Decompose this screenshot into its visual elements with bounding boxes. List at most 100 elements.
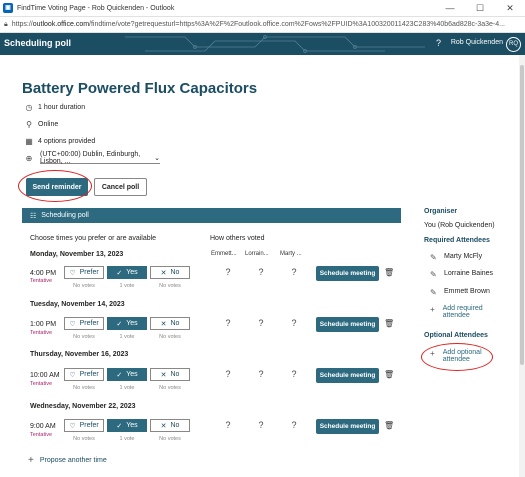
duration-text: 1 hour duration xyxy=(38,104,86,111)
duration-row: ◷ 1 hour duration xyxy=(24,103,86,112)
prefer-button[interactable]: ♡ Prefer xyxy=(64,419,104,432)
checkmark-icon: ✓ xyxy=(116,371,123,379)
x-icon: ✕ xyxy=(160,422,167,430)
no-vote-count: No votes xyxy=(159,283,181,289)
option-date: Monday, November 13, 2023 xyxy=(30,251,124,258)
prefer-button[interactable]: ♡ Prefer xyxy=(64,368,104,381)
yes-vote-count: 1 vote xyxy=(119,385,135,391)
option-status: Tentative xyxy=(30,381,53,387)
app-name: Scheduling poll xyxy=(4,38,71,48)
trash-icon[interactable]: 🗑︎ xyxy=(384,421,394,430)
prefer-button[interactable]: ♡ Prefer xyxy=(64,317,104,330)
chevron-down-icon: ⌄ xyxy=(154,154,160,162)
clock-icon: ◷ xyxy=(25,103,33,112)
yes-button[interactable]: ✓ Yes xyxy=(107,419,147,432)
option-time: 4:00 PM xyxy=(30,270,57,277)
trash-icon[interactable]: 🗑︎ xyxy=(384,319,394,328)
checkmark-icon: ✓ xyxy=(116,320,123,328)
vote-unknown: ? xyxy=(291,420,297,430)
window-titlebar: ▣ FindTime Voting Page - Rob Quickenden … xyxy=(0,0,525,17)
avatar[interactable]: RQ xyxy=(506,37,521,52)
add-required-attendee-link[interactable]: + Add required attendee xyxy=(430,305,502,319)
url-path: /findtime/vote?getrequesturl=https%3A%2F… xyxy=(89,21,505,28)
yes-button[interactable]: ✓ Yes xyxy=(107,317,147,330)
vote-unknown: ? xyxy=(225,369,231,379)
schedule-meeting-button[interactable]: Schedule meeting xyxy=(316,368,379,383)
vote-unknown: ? xyxy=(225,318,231,328)
vertical-scrollbar[interactable] xyxy=(519,55,525,477)
cancel-poll-button[interactable]: Cancel poll xyxy=(94,178,147,196)
location-pin-icon: ⚲ xyxy=(26,120,32,129)
x-icon: ✕ xyxy=(160,320,167,328)
schedule-meeting-button[interactable]: Schedule meeting xyxy=(316,317,379,332)
prefer-vote-count: No votes xyxy=(73,436,95,442)
no-button[interactable]: ✕ No xyxy=(150,266,190,279)
help-icon[interactable]: ? xyxy=(436,38,441,48)
vote-unknown: ? xyxy=(291,369,297,379)
required-attendee[interactable]: ✎ Lorraine Baines xyxy=(430,270,493,279)
location-text: Online xyxy=(38,121,59,128)
minimize-button[interactable]: — xyxy=(435,3,465,13)
option-status: Tentative xyxy=(30,278,53,284)
yes-button[interactable]: ✓ Yes xyxy=(107,266,147,279)
url-prefix: https:// xyxy=(11,21,33,28)
prefer-vote-count: No votes xyxy=(73,283,95,289)
maximize-button[interactable]: ☐ xyxy=(465,3,495,14)
calendar-icon: ▦ xyxy=(25,137,33,146)
app-header: Scheduling poll ? Rob Quickenden RQ xyxy=(0,33,525,55)
option-time: 10:00 AM xyxy=(30,372,60,379)
optional-attendees-heading: Optional Attendees xyxy=(424,332,488,339)
options-count-text: 4 options provided xyxy=(38,138,96,145)
option-date: Tuesday, November 14, 2023 xyxy=(30,301,125,308)
schedule-meeting-button[interactable]: Schedule meeting xyxy=(316,266,379,281)
timezone-select[interactable]: (UTC+00:00) Dublin, Edinburgh, Lisbon, .… xyxy=(40,150,160,165)
required-attendee[interactable]: ✎ Emmett Brown xyxy=(430,288,490,297)
no-button[interactable]: ✕ No xyxy=(150,419,190,432)
yes-button[interactable]: ✓ Yes xyxy=(107,368,147,381)
close-window-button[interactable]: ✕ xyxy=(495,3,525,14)
option-status: Tentative xyxy=(30,432,53,438)
poll-header: ☷ Scheduling poll xyxy=(22,208,401,223)
option-status: Tentative xyxy=(30,330,53,336)
pencil-icon: ✎ xyxy=(430,270,437,279)
vote-unknown: ? xyxy=(258,369,264,379)
required-attendee[interactable]: ✎ Marty McFly xyxy=(430,253,482,262)
lock-icon: 🔒︎ xyxy=(4,20,8,28)
outlook-app-icon: ▣ xyxy=(3,3,13,13)
address-bar[interactable]: 🔒︎ https://outlook.office.com/findtime/v… xyxy=(0,17,525,33)
circuit-pattern-decoration xyxy=(125,35,425,53)
x-icon: ✕ xyxy=(160,269,167,277)
option-date: Thursday, November 16, 2023 xyxy=(30,351,129,358)
heart-icon: ♡ xyxy=(69,269,76,277)
option-time: 1:00 PM xyxy=(30,321,57,328)
checkmark-icon: ✓ xyxy=(116,422,123,430)
window-title: FindTime Voting Page - Rob Quickenden - … xyxy=(17,4,175,12)
yes-vote-count: 1 vote xyxy=(119,334,135,340)
attendee-column-lorraine: Lorrain... xyxy=(245,251,269,257)
vote-unknown: ? xyxy=(258,267,264,277)
scrollbar-thumb[interactable] xyxy=(520,65,524,365)
vote-unknown: ? xyxy=(225,267,231,277)
heart-icon: ♡ xyxy=(69,320,76,328)
yes-vote-count: 1 vote xyxy=(119,436,135,442)
no-button[interactable]: ✕ No xyxy=(150,368,190,381)
user-name[interactable]: Rob Quickenden xyxy=(451,39,503,46)
yes-vote-count: 1 vote xyxy=(119,283,135,289)
prefer-button[interactable]: ♡ Prefer xyxy=(64,266,104,279)
vote-unknown: ? xyxy=(258,420,264,430)
attendee-column-emmett: Emmett... xyxy=(211,251,237,257)
pencil-icon: ✎ xyxy=(430,253,437,262)
propose-label: Propose another time xyxy=(39,457,107,464)
pencil-icon: ✎ xyxy=(430,288,437,297)
prefer-vote-count: No votes xyxy=(73,385,95,391)
no-button[interactable]: ✕ No xyxy=(150,317,190,330)
annotation-circle-add-optional xyxy=(421,343,493,371)
vote-unknown: ? xyxy=(258,318,264,328)
propose-another-time-link[interactable]: + Propose another time xyxy=(28,455,107,466)
timezone-row: ⊕ (UTC+00:00) Dublin, Edinburgh, Lisbon,… xyxy=(24,150,160,165)
vote-unknown: ? xyxy=(225,420,231,430)
trash-icon[interactable]: 🗑︎ xyxy=(384,370,394,379)
schedule-meeting-button[interactable]: Schedule meeting xyxy=(316,419,379,434)
timezone-value: (UTC+00:00) Dublin, Edinburgh, Lisbon, .… xyxy=(40,150,141,165)
trash-icon[interactable]: 🗑︎ xyxy=(384,268,394,277)
